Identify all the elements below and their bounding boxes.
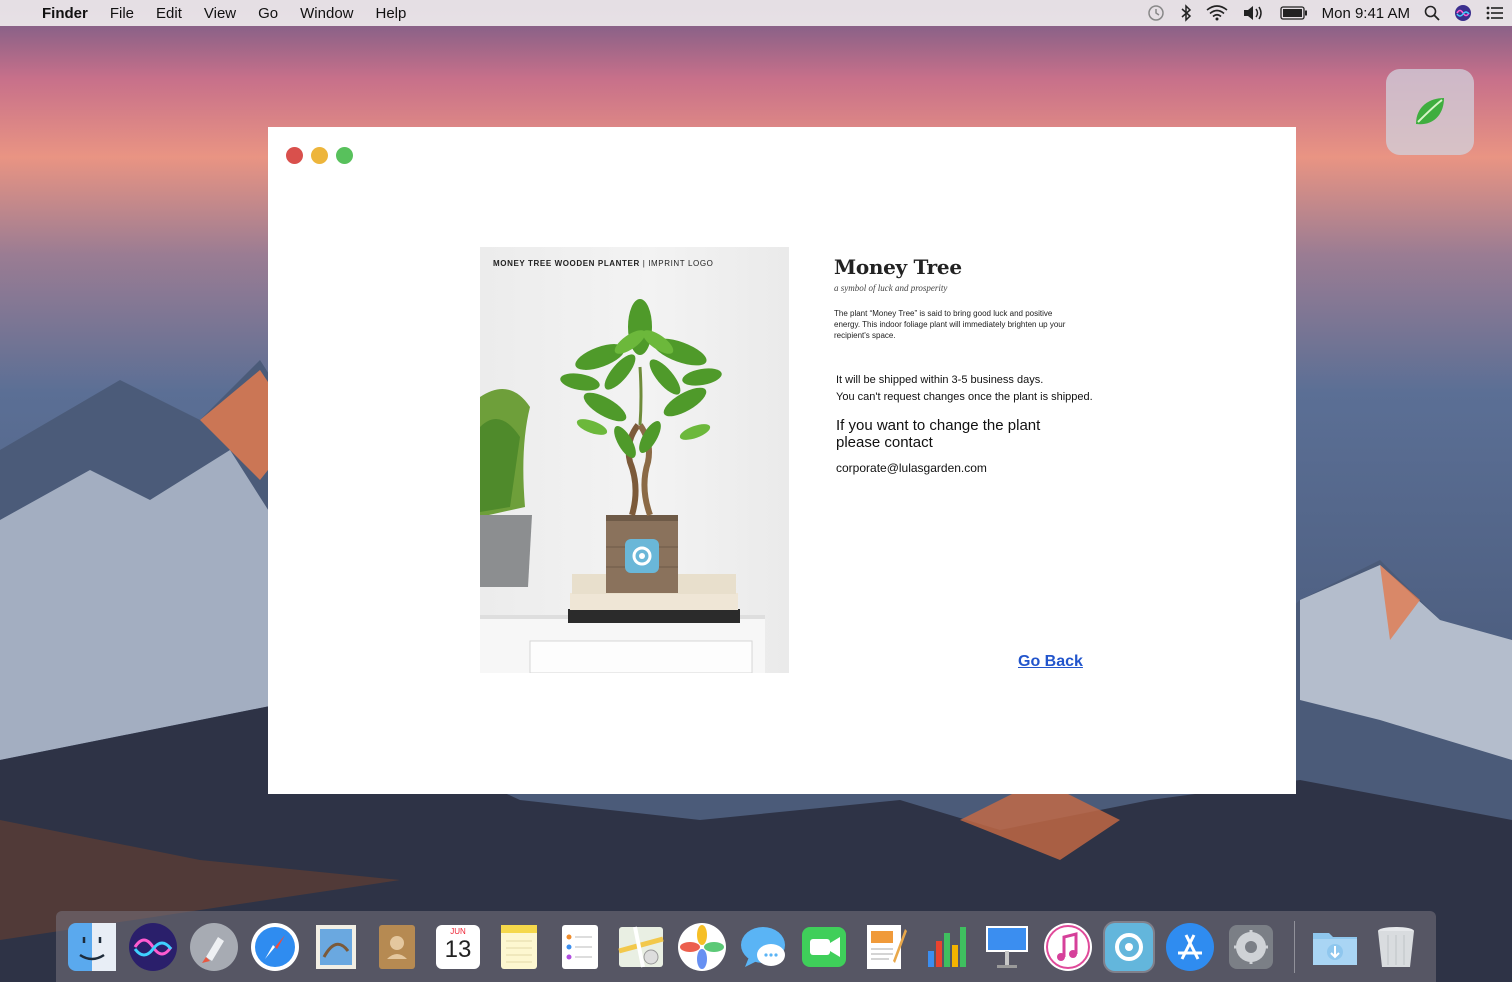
menu-bar: Finder File Edit View Go Window Help Mon… — [0, 0, 1512, 26]
dock-photos-icon[interactable] — [676, 921, 728, 973]
dock-app-store-icon[interactable] — [1164, 921, 1216, 973]
dock-system-preferences-icon[interactable] — [1225, 921, 1277, 973]
dock-calendar-icon[interactable]: JUN 13 — [432, 921, 484, 973]
go-back-link[interactable]: Go Back — [1018, 653, 1083, 671]
dock-separator — [1294, 920, 1295, 973]
dock-reminders-icon[interactable] — [554, 921, 606, 973]
shipping-info: It will be shipped within 3-5 business d… — [836, 372, 1116, 406]
product-title: Money Tree — [834, 255, 962, 279]
menu-help[interactable]: Help — [376, 5, 407, 22]
dock-itunes-icon[interactable] — [1042, 921, 1094, 973]
shipping-line-1: It will be shipped within 3-5 business d… — [836, 374, 1044, 386]
spotlight-icon[interactable] — [1424, 5, 1440, 21]
contact-email[interactable]: corporate@lulasgarden.com — [836, 461, 987, 475]
dock-mail-icon[interactable] — [310, 921, 362, 973]
dock-downloads-folder-icon[interactable] — [1309, 921, 1361, 973]
plant-widget[interactable] — [1386, 69, 1474, 155]
close-button[interactable] — [286, 147, 303, 164]
minimize-button[interactable] — [311, 147, 328, 164]
dock-plant-app-icon[interactable] — [1103, 920, 1155, 973]
window-controls — [286, 147, 361, 164]
dock-finder-icon[interactable] — [66, 921, 118, 973]
siri-icon[interactable] — [1454, 4, 1472, 22]
dock-messages-icon[interactable] — [737, 921, 789, 973]
calendar-month: JUN — [450, 926, 466, 936]
menu-window[interactable]: Window — [300, 5, 353, 22]
volume-icon[interactable] — [1242, 5, 1266, 21]
dock-maps-icon[interactable] — [615, 921, 667, 973]
product-subtitle: a symbol of luck and prosperity — [834, 283, 948, 293]
dock-numbers-icon[interactable] — [920, 921, 972, 973]
zoom-button[interactable] — [336, 147, 353, 164]
dock: JUN 13 — [56, 911, 1436, 982]
dock-keynote-icon[interactable] — [981, 921, 1033, 973]
product-window: MONEY TREE WOODEN PLANTER | IMPRINT LOGO — [268, 127, 1296, 794]
time-machine-icon[interactable] — [1146, 4, 1166, 22]
shipping-line-2: You can't request changes once the plant… — [836, 391, 1093, 403]
change-plant-text: If you want to change the plant please c… — [836, 417, 1041, 451]
dock-contacts-icon[interactable] — [371, 921, 423, 973]
menu-file[interactable]: File — [110, 5, 134, 22]
dock-facetime-icon[interactable] — [798, 921, 850, 973]
dock-pages-icon[interactable] — [859, 921, 911, 973]
battery-icon[interactable] — [1279, 6, 1308, 20]
product-image: MONEY TREE WOODEN PLANTER | IMPRINT LOGO — [480, 247, 789, 673]
dock-siri-icon[interactable] — [127, 921, 179, 973]
notification-center-icon[interactable] — [1486, 6, 1504, 20]
product-description: The plant “Money Tree” is said to bring … — [834, 309, 1066, 340]
menubar-clock[interactable]: Mon 9:41 AM — [1322, 5, 1410, 22]
dock-launchpad-icon[interactable] — [188, 921, 240, 973]
dock-notes-icon[interactable] — [493, 921, 545, 973]
wifi-icon[interactable] — [1206, 5, 1228, 21]
menu-edit[interactable]: Edit — [156, 5, 182, 22]
leaf-icon — [1416, 98, 1444, 125]
money-tree-illustration — [480, 299, 765, 673]
menu-app-name[interactable]: Finder — [42, 5, 88, 22]
dock-trash-icon[interactable] — [1370, 921, 1422, 973]
menu-view[interactable]: View — [204, 5, 236, 22]
dock-safari-icon[interactable] — [249, 921, 301, 973]
menu-go[interactable]: Go — [258, 5, 278, 22]
bluetooth-icon[interactable] — [1180, 4, 1192, 22]
calendar-day: 13 — [444, 935, 472, 963]
product-info: Money Tree a symbol of luck and prosperi… — [834, 255, 1134, 341]
